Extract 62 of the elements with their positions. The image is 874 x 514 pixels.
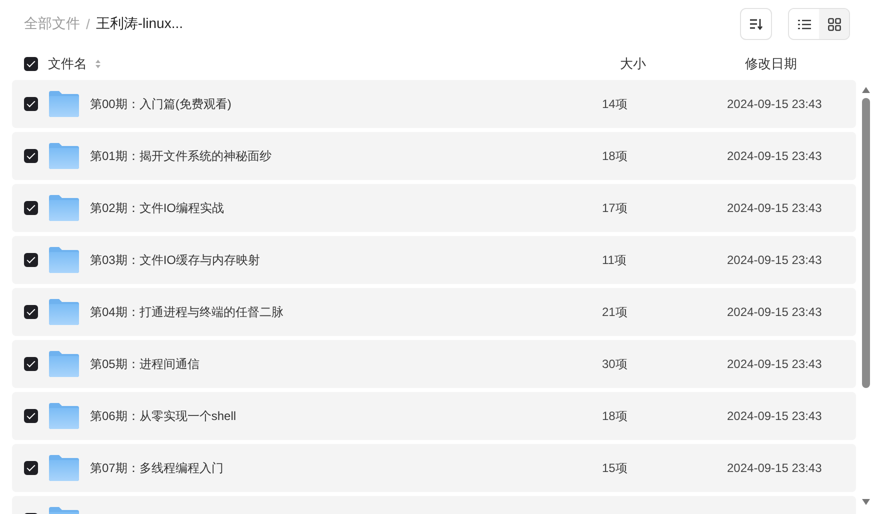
item-count: 18项 (602, 408, 628, 424)
file-row[interactable]: 第01期：揭开文件系统的神秘面纱 18项 2024-09-15 23:43 (12, 132, 856, 180)
modified-date: 2024-09-15 23:43 (727, 149, 822, 163)
column-header[interactable]: 修改日期 (745, 55, 797, 73)
file-name: 第02期：文件IO编程实战 (90, 200, 224, 216)
item-count: 30项 (602, 356, 628, 372)
checkbox[interactable] (24, 461, 38, 475)
sort-button[interactable] (740, 8, 772, 40)
modified-date: 2024-09-15 23:43 (727, 357, 822, 371)
folder-icon (49, 195, 79, 221)
file-row[interactable]: 第03期：文件IO缓存与内存映射 11项 2024-09-15 23:43 (12, 236, 856, 284)
file-row[interactable]: 第05期：进程间通信 30项 2024-09-15 23:43 (12, 340, 856, 388)
list-icon (798, 18, 810, 30)
folder-icon (49, 91, 79, 117)
item-count: 11项 (602, 252, 626, 268)
column-header[interactable]: 大小 (620, 55, 646, 73)
modified-date: 2024-09-15 23:43 (727, 461, 822, 475)
checkbox[interactable] (24, 97, 38, 111)
file-name: 第00期：入门篇(免费观看) (90, 96, 232, 112)
checkbox[interactable] (24, 305, 38, 319)
file-row[interactable]: 第06期：从零实现一个shell 18项 2024-09-15 23:43 (12, 392, 856, 440)
sort-icon (749, 18, 763, 30)
file-row[interactable]: 第02期：文件IO编程实战 17项 2024-09-15 23:43 (12, 184, 856, 232)
modified-date: 2024-09-15 23:43 (727, 409, 822, 423)
checkbox[interactable] (24, 253, 38, 267)
breadcrumb-item[interactable]: 王利涛-linux... (96, 15, 184, 33)
item-count: 15项 (602, 460, 628, 476)
file-name: 第03期：文件IO缓存与内存映射 (90, 252, 260, 268)
file-name: 第01期：揭开文件系统的神秘面纱 (90, 148, 272, 164)
grid-icon (828, 18, 840, 30)
item-count: 14项 (602, 96, 628, 112)
item-count: 21项 (602, 304, 628, 320)
checkbox[interactable] (24, 57, 38, 71)
folder-icon (49, 403, 79, 429)
modified-date: 2024-09-15 23:43 (727, 97, 822, 111)
modified-date: 2024-09-15 23:43 (727, 253, 822, 267)
file-name: 第05期：进程间通信 (90, 356, 200, 372)
breadcrumb-separator: / (86, 16, 90, 32)
scroll-up-icon[interactable] (861, 86, 871, 94)
modified-date: 2024-09-15 23:43 (727, 305, 822, 319)
file-name: 第04期：打通进程与终端的任督二脉 (90, 304, 284, 320)
folder-icon (49, 351, 79, 377)
item-count: 17项 (602, 200, 628, 216)
folder-icon (49, 143, 79, 169)
folder-icon (49, 299, 79, 325)
folder-icon (49, 455, 79, 481)
file-row[interactable]: 第04期：打通进程与终端的任督二脉 21项 2024-09-15 23:43 (12, 288, 856, 336)
item-count: 18项 (602, 148, 628, 164)
file-row[interactable]: 第07期：多线程编程入门 15项 2024-09-15 23:43 (12, 444, 856, 492)
checkbox[interactable] (24, 201, 38, 215)
file-name: 第06期：从零实现一个shell (90, 408, 236, 424)
folder-icon (49, 247, 79, 273)
modified-date: 2024-09-15 23:43 (727, 201, 822, 215)
checkbox[interactable] (24, 149, 38, 163)
scrollbar-thumb[interactable] (862, 98, 870, 388)
column-header[interactable]: 文件名 (48, 55, 87, 73)
scroll-down-icon[interactable] (861, 498, 871, 506)
file-row[interactable]: 第00期：入门篇(免费观看) 14项 2024-09-15 23:43 (12, 80, 856, 128)
file-name: 第07期：多线程编程入门 (90, 460, 224, 476)
checkbox[interactable] (24, 409, 38, 423)
grid-view-button[interactable] (819, 9, 849, 39)
checkbox[interactable] (24, 357, 38, 371)
